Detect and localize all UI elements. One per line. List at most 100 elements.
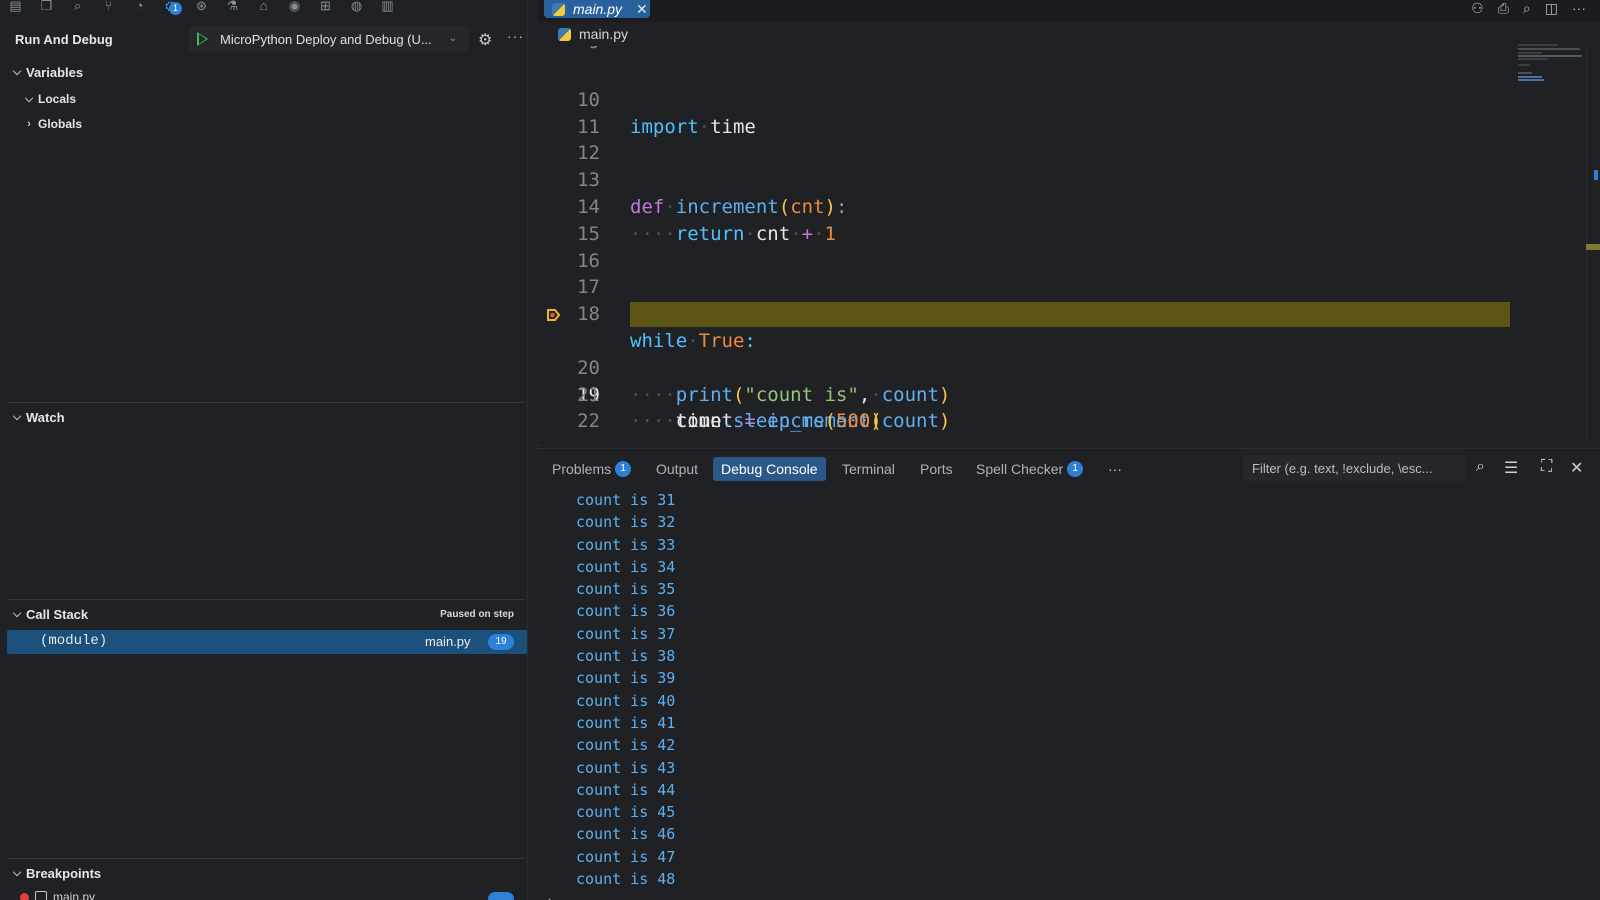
call-stack-frame[interactable]: (module) main.py 19 xyxy=(7,630,527,654)
files-icon[interactable]: ❐ xyxy=(31,0,62,18)
chevron-down-icon: ⌵ xyxy=(12,65,22,78)
console-line: count is 34 xyxy=(576,557,676,576)
variables-section-header[interactable]: ⌵ Variables xyxy=(8,60,524,84)
paused-breakpoint-icon[interactable] xyxy=(546,308,560,322)
code-line: 16 xyxy=(538,221,1578,272)
panel-tabs: Problems 1 Output Debug Console Terminal… xyxy=(538,449,1600,487)
console-filter-input[interactable] xyxy=(1243,455,1465,481)
close-icon[interactable]: ✕ xyxy=(636,1,648,18)
console-line: count is 44 xyxy=(576,780,676,799)
maximize-panel-icon[interactable]: ⛶ xyxy=(1541,458,1552,476)
line-number: 22 xyxy=(577,410,600,433)
search-icon[interactable]: ⌕ xyxy=(62,0,93,18)
breakpoint-checkbox[interactable] xyxy=(35,891,47,900)
chevron-down-icon: ⌵ xyxy=(12,866,22,879)
more-actions-icon[interactable]: ··· xyxy=(1572,0,1586,17)
tree-item-locals[interactable]: ⌵ Locals xyxy=(20,88,76,110)
close-panel-icon[interactable]: ✕ xyxy=(1570,458,1583,478)
current-code-line: 19 ····count·=·increment(count) xyxy=(538,301,1578,432)
console-line: count is 32 xyxy=(576,513,676,532)
console-line: count is 45 xyxy=(576,803,676,822)
tree-item-globals[interactable]: › Globals xyxy=(20,113,82,135)
bookmark-icon[interactable]: ⌂ xyxy=(248,0,279,18)
call-stack-label: Call Stack xyxy=(26,606,89,622)
console-line: count is 41 xyxy=(576,713,676,732)
tab-spell-checker-label: Spell Checker xyxy=(976,461,1064,477)
chevron-down-icon[interactable]: ⌄ xyxy=(449,33,457,44)
tab-terminal-label: Terminal xyxy=(842,461,895,477)
code-line: 20 ····print("count is",·count) xyxy=(538,328,1578,406)
console-line: count is 42 xyxy=(576,736,676,755)
python-file-icon xyxy=(558,27,571,41)
code-line: 17 count·=·0 xyxy=(538,248,1578,325)
problems-badge: 1 xyxy=(615,461,632,477)
split-editor-icon[interactable]: ◫ xyxy=(1545,0,1558,17)
console-line: count is 43 xyxy=(576,758,676,777)
code-editor[interactable]: 9 10 import·time 11 12 13 def·increment(… xyxy=(538,46,1578,432)
call-stack-line-badge: 19 xyxy=(488,634,514,650)
minimap[interactable] xyxy=(1518,44,1584,84)
console-line: count is 36 xyxy=(576,602,676,621)
tab-label: main.py xyxy=(573,1,623,17)
locals-label: Locals xyxy=(38,92,77,106)
book-icon[interactable]: ▥ xyxy=(372,0,403,18)
run-debug-title: Run And Debug xyxy=(15,32,113,47)
breakpoint-line-badge xyxy=(488,892,514,900)
source-control-icon[interactable]: ⑂ xyxy=(93,0,124,18)
github-icon[interactable]: ◉ xyxy=(279,0,310,18)
remote-icon[interactable]: ⊛ xyxy=(186,0,217,18)
search-icon[interactable]: ⌕ xyxy=(1476,458,1485,476)
tab-terminal[interactable]: Terminal xyxy=(834,457,903,481)
spell-checker-badge: 1 xyxy=(1067,461,1084,477)
start-debugging-icon[interactable] xyxy=(197,32,208,46)
call-stack-frame-name: (module) xyxy=(40,633,108,649)
breakpoints-section-header[interactable]: ⌵ Breakpoints xyxy=(8,861,524,885)
tab-debug-console[interactable]: Debug Console xyxy=(713,457,826,481)
debug-badge: 1 xyxy=(169,2,182,15)
tab-spell-checker[interactable]: Spell Checker 1 xyxy=(968,457,1091,481)
copilot-icon[interactable]: ⚇ xyxy=(1471,0,1484,17)
tab-ports[interactable]: Ports xyxy=(912,457,961,481)
section-divider xyxy=(8,858,524,859)
code-line: 22 xyxy=(538,382,1578,432)
chevron-right-icon: › xyxy=(27,118,31,130)
scroll-marker-current-line xyxy=(1586,244,1600,250)
console-line: count is 39 xyxy=(576,669,676,688)
code-line: 18 while·True: xyxy=(538,274,1578,352)
explorer-icon[interactable]: ▤ xyxy=(0,0,31,18)
print-icon[interactable]: ⎙ xyxy=(1498,0,1509,17)
console-line: count is 38 xyxy=(576,647,676,666)
tab-output[interactable]: Output xyxy=(648,457,706,481)
breakpoint-item[interactable]: main.py xyxy=(20,890,95,900)
console-line: count is 33 xyxy=(576,535,676,554)
launch-config-label: MicroPython Deploy and Debug (U... xyxy=(220,31,432,47)
extensions-icon[interactable]: ⊞ xyxy=(310,0,341,18)
timeline-icon[interactable]: ◔ xyxy=(124,0,155,18)
more-actions-icon[interactable]: ··· xyxy=(507,28,524,44)
more-tabs-icon[interactable]: ··· xyxy=(1108,461,1122,477)
run-debug-icon[interactable]: ⛭1 xyxy=(155,0,186,18)
breadcrumb[interactable]: main.py xyxy=(558,24,628,44)
debug-sidebar: ▤ ❐ ⌕ ⑂ ◔ ⛭1 ⊛ ⚗ ⌂ ◉ ⊞ ◍ ▥ Run And Debug… xyxy=(0,0,528,900)
clear-console-icon[interactable]: ☰ xyxy=(1504,458,1518,478)
launch-config-select[interactable]: MicroPython Deploy and Debug (U... ⌄ xyxy=(189,26,469,52)
tab-output-label: Output xyxy=(656,461,699,477)
bottom-panel: Problems 1 Output Debug Console Terminal… xyxy=(538,448,1600,900)
open-preview-icon[interactable]: ⌕ xyxy=(1523,0,1531,17)
debug-console-output[interactable]: count is 31 count is 32 count is 33 count i… xyxy=(576,489,675,890)
variables-label: Variables xyxy=(26,64,84,80)
watch-section-header[interactable]: ⌵ Watch xyxy=(8,405,524,429)
tab-problems[interactable]: Problems 1 xyxy=(544,457,639,481)
chevron-down-icon: ⌵ xyxy=(12,607,22,620)
tab-main-py[interactable]: main.py ✕ xyxy=(544,0,650,18)
code-line: 15 xyxy=(538,194,1578,245)
call-stack-frame-file: main.py xyxy=(425,634,471,649)
code-line: 11 xyxy=(538,87,1578,138)
call-stack-section-header[interactable]: ⌵ Call Stack Paused on step xyxy=(8,602,524,626)
current-line-highlight xyxy=(630,302,1510,328)
device-icon[interactable]: ◍ xyxy=(341,0,372,18)
testing-icon[interactable]: ⚗ xyxy=(217,0,248,18)
console-prompt-icon[interactable]: › xyxy=(548,895,552,900)
gear-icon[interactable]: ⚙ xyxy=(478,30,492,50)
console-line: count is 40 xyxy=(576,691,676,710)
